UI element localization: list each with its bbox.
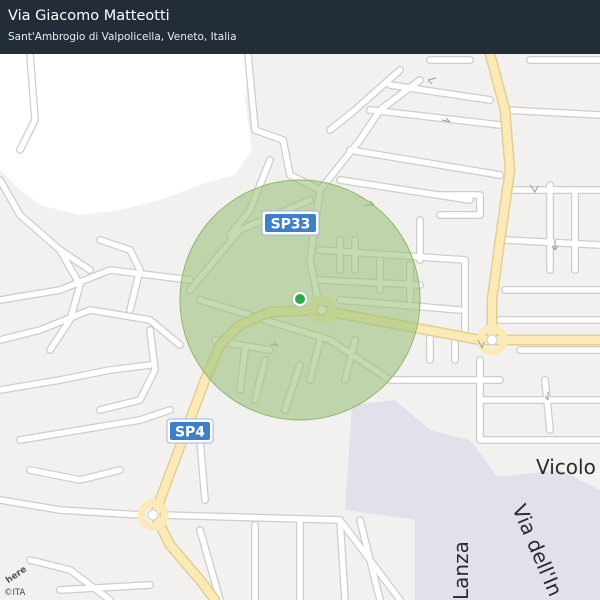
shield-sp33[interactable]: SP33 (261, 210, 320, 236)
street-label-vicolo: Vicolo (536, 455, 596, 479)
street-title: Via Giacomo Matteotti (8, 8, 170, 24)
shield-sp4[interactable]: SP4 (166, 418, 214, 444)
street-label-lanza: Lanza (449, 541, 473, 600)
map-canvas[interactable]: SP33 SP4 Vicolo Lanza Via dell'In (0, 0, 600, 600)
copyright-text: ©ITA (4, 588, 26, 598)
shield-sp33-label: SP33 (271, 217, 311, 233)
location-marker-dot (295, 294, 305, 304)
location-header: Via Giacomo Matteotti Sant'Ambrogio di V… (0, 0, 600, 54)
locality-subtitle: Sant'Ambrogio di Valpolicella, Veneto, I… (8, 31, 237, 43)
shield-sp4-label: SP4 (175, 425, 205, 441)
